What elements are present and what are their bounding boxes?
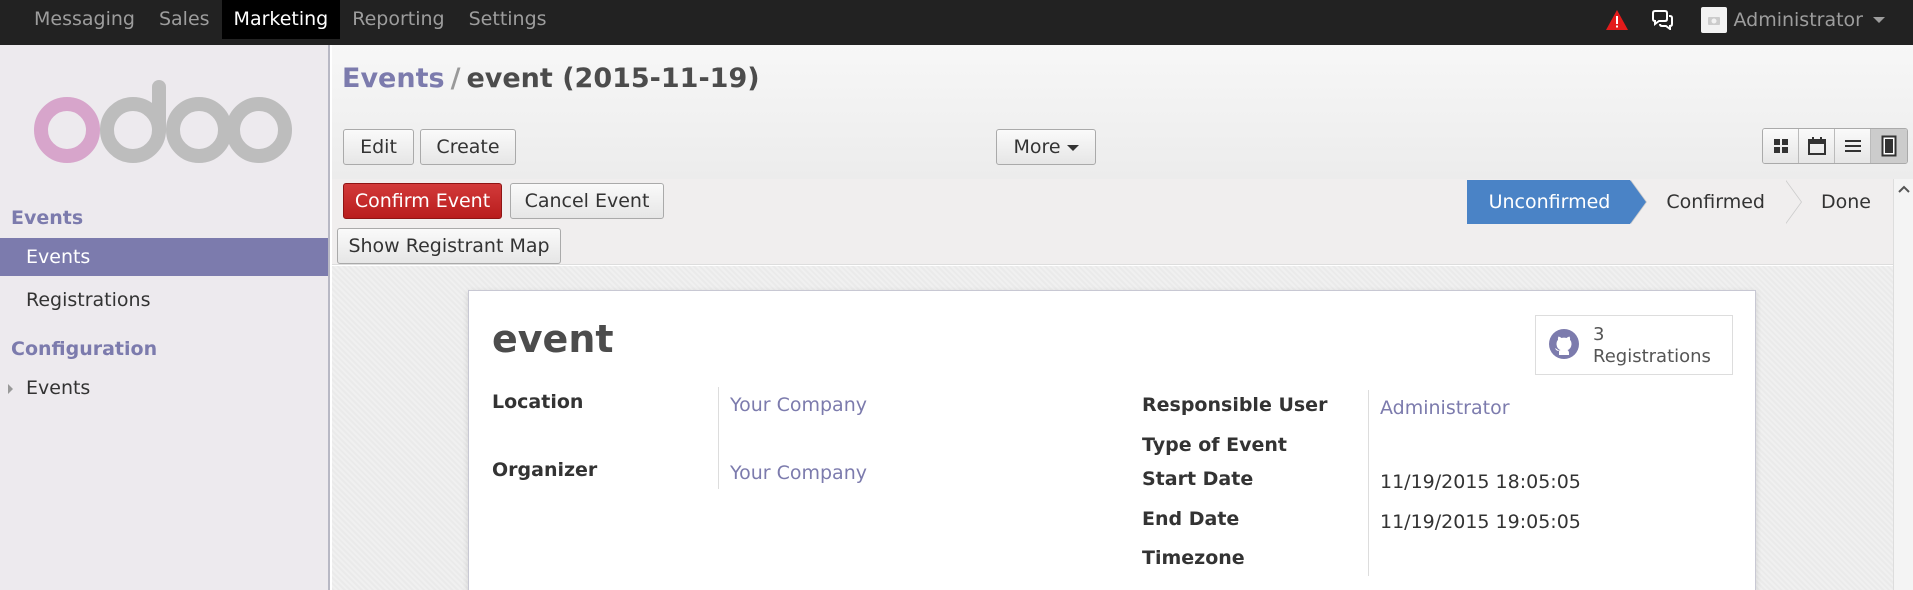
github-icon: [1549, 329, 1579, 359]
more-button-label: More: [1013, 136, 1061, 158]
user-avatar[interactable]: [1701, 6, 1728, 33]
systray: Administrator: [1605, 0, 1885, 39]
status-bar: Confirm Event Cancel Event Show Registra…: [332, 179, 1893, 265]
menu-messaging[interactable]: Messaging: [22, 0, 147, 39]
registrations-count: 3: [1593, 324, 1605, 345]
cancel-event-button[interactable]: Cancel Event: [510, 183, 664, 219]
view-switcher: [1762, 128, 1908, 164]
menu-reporting[interactable]: Reporting: [340, 0, 456, 39]
stage-unconfirmed[interactable]: Unconfirmed: [1466, 180, 1648, 224]
chat-icon[interactable]: [1651, 9, 1674, 30]
kanban-view-button[interactable]: [1763, 129, 1799, 163]
organizer-label: Organizer: [492, 459, 598, 481]
menu-sales[interactable]: Sales: [147, 0, 222, 39]
calendar-icon: [1807, 137, 1826, 155]
organizer-value[interactable]: Your Company: [730, 462, 867, 484]
create-button[interactable]: Create: [420, 129, 516, 165]
stage-label: Confirmed: [1666, 191, 1765, 213]
control-panel: Events / event (2015-11-19) Edit Create Mo…: [332, 45, 1913, 179]
more-button[interactable]: More: [996, 129, 1096, 165]
scrollbar[interactable]: [1893, 179, 1913, 590]
sidebar-section-events: Events: [11, 207, 84, 229]
edit-button[interactable]: Edit: [343, 129, 414, 165]
location-label: Location: [492, 391, 584, 413]
breadcrumb-events-link[interactable]: Events: [342, 63, 445, 94]
form-sheet: event 3 Registrations Location Your Comp…: [468, 290, 1756, 590]
stage-arrow: [1630, 180, 1647, 224]
location-value[interactable]: Your Company: [730, 394, 867, 416]
grid-icon: [1773, 139, 1788, 153]
start-date-label: Start Date: [1142, 468, 1254, 490]
breadcrumb-current: event (2015-11-19): [466, 63, 760, 94]
form-icon: [1881, 135, 1897, 157]
sidebar-item-registrations[interactable]: Registrations: [0, 281, 328, 319]
sidebar: Events Events Registrations Configuratio…: [0, 45, 330, 590]
stage-label: Done: [1821, 191, 1871, 213]
confirm-event-button[interactable]: Confirm Event: [343, 183, 502, 219]
top-navbar: Messaging Sales Marketing Reporting Sett…: [0, 0, 1913, 45]
list-view-button[interactable]: [1835, 129, 1871, 163]
chevron-down-icon[interactable]: [1873, 16, 1885, 23]
timezone-label: Timezone: [1142, 547, 1245, 569]
caret-down-icon: [1066, 144, 1079, 151]
chevron-up-icon: [1898, 185, 1910, 193]
column-divider: [718, 387, 719, 489]
end-date-label: End Date: [1142, 508, 1240, 530]
user-menu[interactable]: Administrator: [1733, 9, 1863, 31]
registrations-label: Registrations: [1593, 346, 1711, 367]
caret-right-icon[interactable]: [8, 384, 13, 394]
form-view-button[interactable]: [1871, 129, 1907, 163]
content-area: event 3 Registrations Location Your Comp…: [332, 266, 1893, 590]
scroll-up-arrow[interactable]: [1894, 179, 1913, 199]
camera-icon: [1708, 16, 1721, 25]
stage-label: Unconfirmed: [1488, 191, 1611, 213]
registrations-stat-button[interactable]: 3 Registrations: [1535, 315, 1733, 375]
end-date-value: 11/19/2015 19:05:05: [1380, 511, 1581, 533]
calendar-view-button[interactable]: [1799, 129, 1835, 163]
top-menu: Messaging Sales Marketing Reporting Sett…: [22, 0, 559, 45]
menu-marketing[interactable]: Marketing: [221, 0, 341, 39]
responsible-user-value[interactable]: Administrator: [1380, 397, 1510, 419]
stage-arrow: [1785, 180, 1801, 224]
start-date-value: 11/19/2015 18:05:05: [1380, 471, 1581, 493]
event-title: event: [492, 317, 614, 361]
menu-settings[interactable]: Settings: [457, 0, 559, 39]
show-registrant-map-button[interactable]: Show Registrant Map: [337, 228, 561, 264]
list-icon: [1844, 140, 1861, 152]
responsible-user-label: Responsible User: [1142, 394, 1328, 416]
sidebar-item-events[interactable]: Events: [0, 238, 328, 276]
sidebar-item-label: Events: [26, 377, 91, 399]
stage-bar: Unconfirmed Confirmed Done: [1466, 180, 1893, 224]
sidebar-item-config-events[interactable]: Events: [0, 369, 328, 407]
stage-confirmed[interactable]: Confirmed: [1630, 180, 1802, 224]
breadcrumb: Events / event (2015-11-19): [342, 63, 760, 94]
sidebar-section-configuration: Configuration: [11, 338, 158, 360]
breadcrumb-separator: /: [450, 63, 461, 94]
column-divider: [1368, 390, 1369, 576]
type-of-event-label: Type of Event: [1142, 434, 1287, 456]
odoo-logo: [34, 80, 292, 163]
warning-icon[interactable]: [1605, 9, 1629, 31]
